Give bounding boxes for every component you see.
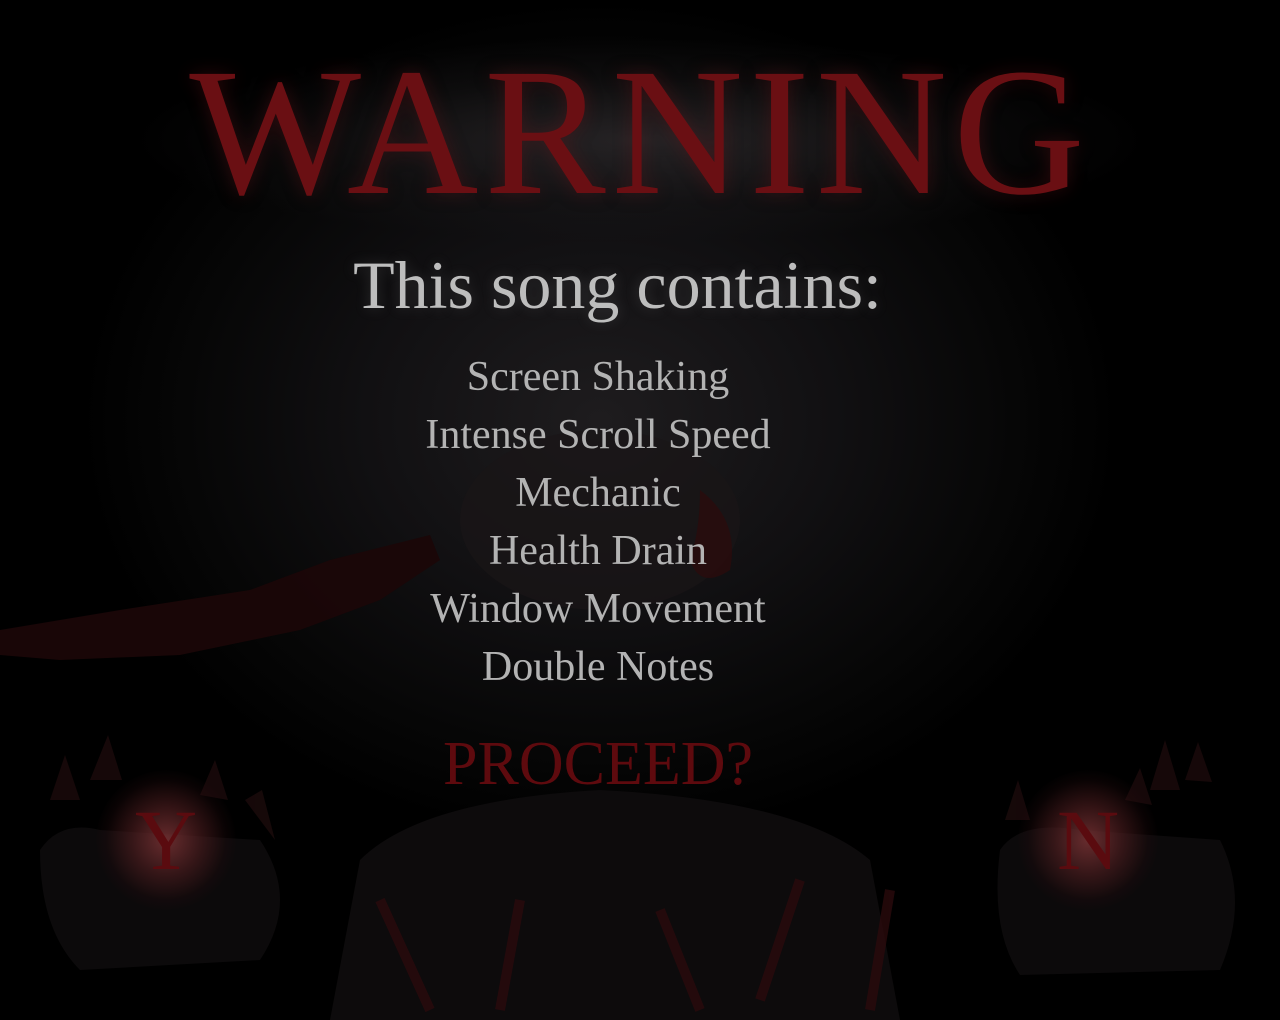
warning-item-scroll-speed: Intense Scroll Speed: [425, 412, 771, 458]
no-key-label: N: [1056, 792, 1120, 888]
content-subtitle: This song contains:: [353, 247, 882, 323]
warning-item-mechanic: Mechanic: [515, 470, 681, 516]
warning-title: WARNING: [189, 32, 1091, 233]
yes-button[interactable]: Y: [96, 770, 236, 910]
warning-item-health-drain: Health Drain: [488, 528, 708, 574]
warning-item-screen-shaking: Screen Shaking: [466, 354, 730, 400]
warning-item-double-notes: Double Notes: [481, 644, 715, 690]
yes-key-label: Y: [134, 792, 198, 888]
warning-list: Screen Shaking Intense Scroll Speed Mech…: [0, 348, 1196, 696]
warning-item-window-movement: Window Movement: [430, 586, 766, 632]
no-button[interactable]: N: [1018, 770, 1158, 910]
warning-screen: WARNING This song contains: Screen Shaki…: [0, 0, 1280, 1020]
